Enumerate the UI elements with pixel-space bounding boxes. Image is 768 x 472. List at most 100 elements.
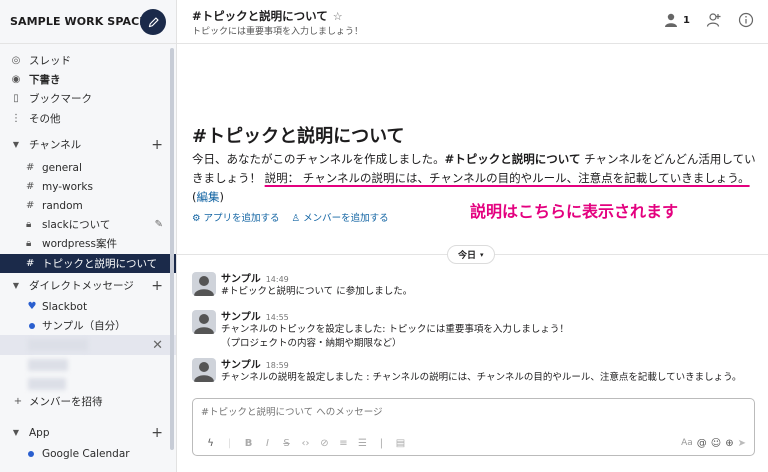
mention-icon[interactable]: @ [697,438,707,449]
message-line: （プロジェクトの内容・納期や期限など） [221,338,402,349]
add-app-label: アプリを追加する [203,213,280,224]
sidebar-item-google-calendar[interactable]: Google Calendar [0,444,176,463]
sidebar-item-general[interactable]: # general [0,158,176,177]
sidebar-item-bookmarks[interactable]: ▯ ブックマーク [0,89,176,108]
more-icon: ⋮ [11,113,21,124]
quote-icon[interactable]: ❘ [372,438,391,449]
message-text: チャンネルの説明を設定しました : チャンネルの説明には、チャンネルの目的やルー… [221,372,742,383]
sidebar-item-drafts[interactable]: ◉ 下書き [0,70,176,89]
sidebar-item-label: スレッド [29,55,71,67]
sidebar-item-self[interactable]: サンプル（自分） [0,316,176,335]
channel-view: #トピックと説明について ☆ トピックには重要事項を入力しましょう！ 1 #トピッ… [177,0,768,472]
ordered-list-icon[interactable]: ≡ [334,438,353,449]
sidebar-item-threads[interactable]: ◎ スレッド [0,51,176,70]
sidebar-scrollbar[interactable] [170,48,174,450]
channel-header: #トピックと説明について ☆ トピックには重要事項を入力しましょう！ 1 [177,0,768,44]
message-composer[interactable]: ϟ | B I S ‹› ⊘ ≡ ☰ ❘ ▤ Aa @ ☺ ⊕ ➤ [192,398,755,456]
sidebar-item-label: 下書き [29,74,61,86]
channel-intro-title: #トピックと説明について [192,126,405,147]
sidebar-item-hidden-dm[interactable] [0,355,176,374]
sidebar-item-label: Slackbot [42,300,88,313]
pencil-icon[interactable]: ✎ [155,219,163,230]
message-input[interactable] [201,407,741,418]
channel-topic[interactable]: トピックには重要事項を入力しましょう！ [192,24,363,37]
hash-icon: # [26,258,35,269]
star-icon[interactable]: ☆ [333,10,343,23]
app-section-header[interactable]: ▼ App + [0,423,176,442]
send-icon[interactable]: ➤ [738,438,746,449]
sidebar-item-label: Google Calendar [42,447,130,460]
bold-icon[interactable]: B [239,438,258,449]
message-author[interactable]: サンプル [221,274,261,285]
date-divider-button[interactable]: 今日 ▾ [447,245,495,264]
hash-icon: # [26,181,35,192]
message-author[interactable]: サンプル [221,360,261,371]
edit-description-link[interactable]: 編集 [197,190,220,204]
message-time[interactable]: 18:59 [266,361,289,370]
avatar[interactable] [192,358,216,382]
member-count-button[interactable]: 1 [663,12,690,28]
add-channel-icon[interactable]: + [151,137,163,153]
add-member-label: メンバーを追加する [303,213,389,224]
lock-icon: 🔒︎ [26,238,32,249]
sidebar-item-hidden-dm[interactable]: ✕ [0,335,176,355]
workspace-name[interactable]: SAMPLE WORK SPACE [10,15,147,28]
format-toggle-icon[interactable]: Aa [681,438,693,448]
info-icon[interactable] [738,12,754,28]
code-block-icon[interactable]: ▤ [391,438,410,449]
avatar[interactable] [192,310,216,334]
sidebar-item-slack[interactable]: 🔒︎ slackについて ✎ [0,215,176,234]
section-label: App [29,426,50,439]
add-person-icon[interactable] [706,12,722,28]
sidebar-item-label: サンプル（自分） [42,320,126,332]
lightning-icon[interactable]: ϟ [201,438,220,449]
emoji-icon[interactable]: ☺ [711,438,721,449]
app-window: SAMPLE WORK SPACE ▾ ◎ スレッド ◉ 下書き ▯ ブックマー… [0,0,768,472]
bulleted-list-icon[interactable]: ☰ [353,438,372,449]
add-app-icon[interactable]: + [151,425,163,441]
sidebar-item-hidden-dm[interactable] [0,374,176,393]
sidebar-item-label: my-works [42,180,93,193]
sidebar-item-label: random [42,199,83,212]
chevron-down-icon: ▾ [480,250,484,259]
strikethrough-icon[interactable]: S [277,438,296,449]
avatar[interactable] [192,272,216,296]
app-icon: ⚙ [192,213,201,224]
sidebar-item-wordpress[interactable]: 🔒︎ wordpress案件 [0,234,176,253]
sidebar-item-topic-description[interactable]: # トピックと説明について [0,254,176,273]
channel-title[interactable]: #トピックと説明について ☆ [192,8,343,24]
composer-right-tools: Aa @ ☺ ⊕ ➤ [681,438,746,449]
date-label: 今日 [458,251,477,261]
plus-icon: + [13,396,23,407]
presence-dot [29,322,35,329]
attachment-icon[interactable]: ⊕ [725,438,733,449]
add-app-link[interactable]: ⚙ アプリを追加する [192,210,280,224]
sidebar-item-random[interactable]: # random [0,196,176,215]
add-member-link[interactable]: ♙ メンバーを追加する [292,210,389,224]
channels-section-header[interactable]: ▼ チャンネル + [0,135,176,154]
add-dm-icon[interactable]: + [151,278,163,294]
message-time[interactable]: 14:49 [266,275,289,284]
sidebar-item-my-works[interactable]: # my-works [0,177,176,196]
message-text: チャンネルのトピックを設定しました: トピックには重要事項を入力しましょう！ （… [221,323,761,351]
sidebar-item-label: トピックと説明について [42,258,158,270]
code-icon[interactable]: ‹› [296,438,315,449]
presence-dot [28,450,34,457]
sidebar-item-more[interactable]: ⋮ その他 [0,109,176,128]
sidebar-item-invite[interactable]: + メンバーを招待 [0,392,176,411]
blurred-name [28,339,88,351]
dm-section-header[interactable]: ▼ ダイレクトメッセージ + [0,276,176,295]
compose-button[interactable] [140,9,166,35]
threads-icon: ◎ [11,55,21,66]
message-author[interactable]: サンプル [221,312,261,323]
header-actions: 1 [663,12,754,28]
channel-title-text: #トピックと説明について [192,9,328,23]
blurred-name [28,359,68,371]
person-icon [665,13,678,27]
message-time[interactable]: 14:55 [266,313,289,322]
link-icon[interactable]: ⊘ [315,438,334,449]
italic-icon[interactable]: I [258,438,277,449]
close-icon[interactable]: ✕ [152,338,163,353]
sidebar-item-slackbot[interactable]: ♥ Slackbot [0,297,176,316]
divider: | [227,437,232,449]
